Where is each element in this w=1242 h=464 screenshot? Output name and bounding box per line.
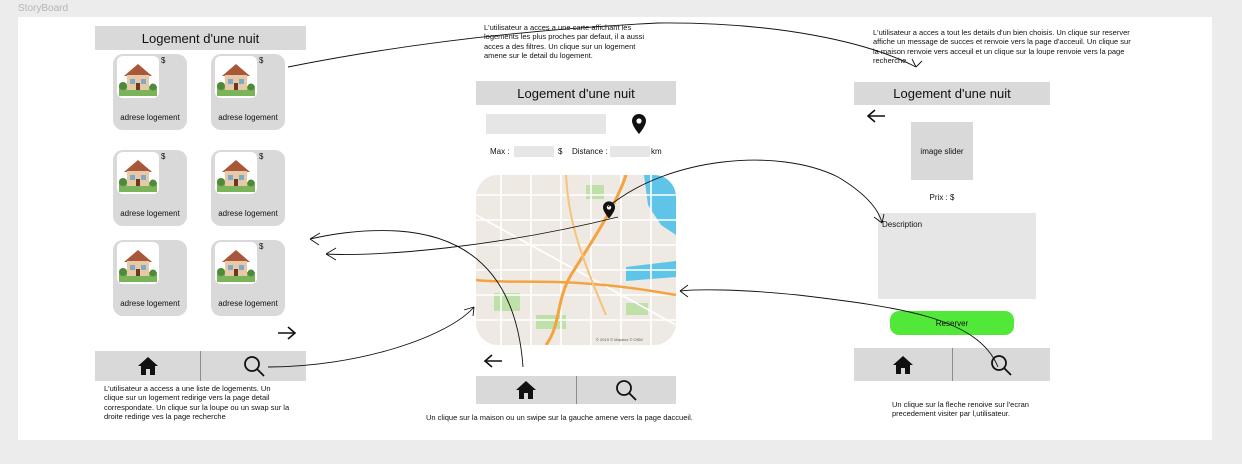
card-address: adrese logement [218, 113, 278, 122]
search-icon [991, 354, 1012, 376]
detail-price: Prix : $ [929, 193, 955, 202]
arrow-left-icon[interactable] [865, 108, 887, 129]
search-button[interactable] [575, 376, 677, 404]
screen2-bottom-nav [476, 376, 676, 404]
card-address: adrese logement [120, 299, 180, 308]
card-price: $ [259, 56, 264, 65]
max-price-input[interactable] [514, 146, 554, 157]
arrow-left-icon[interactable] [482, 353, 504, 374]
house-thumbnail-icon [215, 56, 257, 98]
house-thumbnail-icon [117, 56, 159, 98]
description-label: Description [882, 220, 923, 229]
house-thumbnail-icon [117, 152, 159, 194]
card-price: $ [161, 152, 166, 161]
screen1-bottom-nav [95, 351, 306, 381]
location-pin-icon [632, 114, 646, 134]
listing-card[interactable]: adrese logement [113, 240, 187, 316]
card-address: adrese logement [120, 209, 180, 218]
screen1-note: L'utilisateur a access a une liste de lo… [104, 384, 290, 422]
house-thumbnail-icon [215, 152, 257, 194]
distance-input[interactable] [610, 146, 650, 157]
image-slider[interactable]: image slider [911, 122, 973, 180]
reserve-button[interactable]: Reserver [890, 311, 1014, 335]
card-address: adrese logement [120, 113, 180, 122]
home-button[interactable] [476, 376, 576, 404]
listing-card[interactable]: $ adrese logement [113, 150, 187, 226]
map-view[interactable]: © 2019 © Mapbox © OSM [476, 175, 676, 345]
listing-card[interactable]: $ adrese logement [211, 150, 285, 226]
card-price: $ [161, 56, 166, 65]
house-thumbnail-icon [215, 242, 257, 284]
house-thumbnail-icon [117, 242, 159, 284]
screen3-header: Logement d'une nuit [854, 82, 1050, 105]
screen2-header: Logement d'une nuit [476, 81, 676, 105]
distance-label: Distance : [572, 147, 608, 156]
location-button[interactable] [624, 111, 654, 137]
card-price: $ [259, 152, 264, 161]
map-credit: © 2019 © Mapbox © OSM [596, 337, 643, 342]
arrow-right-icon[interactable] [276, 325, 298, 346]
search-button[interactable] [200, 351, 306, 381]
listing-card[interactable]: $ adrese logement [211, 240, 285, 316]
home-button[interactable] [95, 351, 200, 381]
card-address: adrese logement [218, 299, 278, 308]
max-currency: $ [558, 147, 563, 156]
map-pin-icon[interactable] [603, 201, 615, 219]
listing-card[interactable]: $ adrese logement [113, 54, 187, 130]
card-price: $ [259, 242, 264, 251]
screen2-note-top: L'utilisateur a acces a une carte affich… [484, 23, 645, 61]
screen3-bottom-nav [854, 348, 1050, 381]
screen1-header: Logement d'une nuit [95, 26, 306, 50]
screen2-note-bottom: Un clique sur la maison ou un swipe sur … [426, 413, 693, 422]
distance-unit: km [651, 147, 662, 156]
search-button[interactable] [951, 348, 1051, 381]
home-button[interactable] [854, 348, 952, 381]
listing-card[interactable]: $ adrese logement [211, 54, 285, 130]
house-icon [515, 381, 536, 399]
storyboard-canvas: Logement d'une nuit $ adrese logement $ … [18, 17, 1212, 440]
search-input[interactable] [486, 114, 606, 134]
house-icon [137, 357, 158, 375]
search-icon [243, 356, 265, 377]
search-icon [616, 380, 637, 401]
description-box: Description [878, 213, 1036, 299]
frame-label: StoryBoard [18, 3, 69, 14]
card-address: adrese logement [218, 209, 278, 218]
screen3-note-bottom: Un clique sur la fleche renoive sur l'ec… [892, 400, 1029, 419]
max-label: Max : [490, 147, 510, 156]
house-icon [892, 355, 913, 374]
screen3-note-top: L'utilisateur a acces a tout les details… [873, 28, 1131, 66]
